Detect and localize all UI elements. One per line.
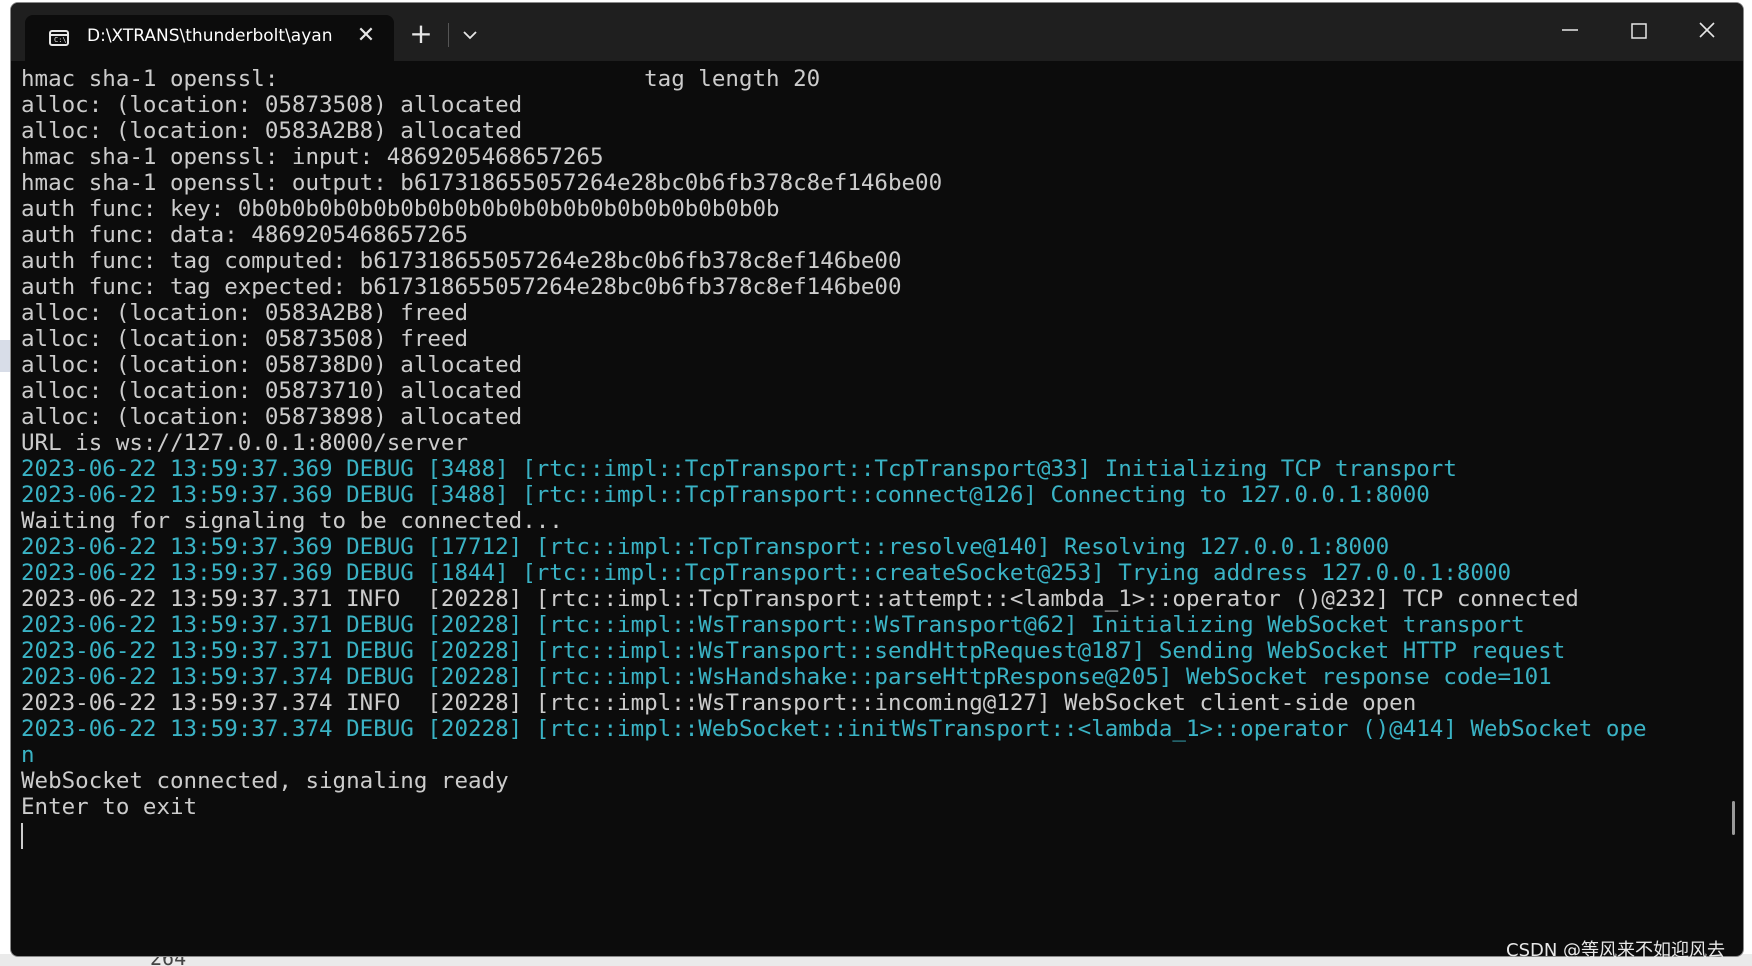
console-line: auth func: data: 4869205468657265 xyxy=(21,222,469,248)
console-line: n xyxy=(21,742,35,768)
console-line: WebSocket connected, signaling ready xyxy=(21,768,509,794)
console-line: auth func: key: 0b0b0b0b0b0b0b0b0b0b0b0b… xyxy=(21,196,780,222)
console-line: Waiting for signaling to be connected... xyxy=(21,508,563,534)
console-line: alloc: (location: 0583A2B8) freed xyxy=(21,300,469,326)
close-window-button[interactable] xyxy=(1684,13,1730,49)
minimize-button[interactable] xyxy=(1547,13,1593,49)
console-line: 2023-06-22 13:59:37.369 DEBUG [17712] [r… xyxy=(21,534,1390,560)
console-line: URL is ws://127.0.0.1:8000/server xyxy=(21,430,469,456)
watermark: CSDN @等风来不如迎风去 xyxy=(1506,940,1726,961)
terminal-icon-glyph: C:\ xyxy=(54,36,67,44)
close-icon xyxy=(1699,22,1715,38)
title-bar[interactable]: C:\ D:\XTRANS\thunderbolt\ayan ✕ + xyxy=(11,3,1743,61)
console-line: 2023-06-22 13:59:37.369 DEBUG [1844] [rt… xyxy=(21,560,1512,586)
console-line: 2023-06-22 13:59:37.369 DEBUG [3488] [rt… xyxy=(21,482,1430,508)
maximize-icon xyxy=(1631,23,1647,39)
console-line: 2023-06-22 13:59:37.374 DEBUG [20228] [r… xyxy=(21,716,1647,742)
tab-divider xyxy=(448,23,449,47)
terminal-icon: C:\ xyxy=(49,30,69,46)
console-line: hmac sha-1 openssl: output: b61731865505… xyxy=(21,170,943,196)
console-line: hmac sha-1 openssl: input: 4869205468657… xyxy=(21,144,604,170)
console-line: alloc: (location: 05873508) allocated xyxy=(21,92,523,118)
console-line: auth func: tag expected: b61731865505726… xyxy=(21,274,902,300)
console-line: Enter to exit xyxy=(21,794,198,820)
tab-dropdown-button[interactable] xyxy=(456,21,484,49)
console-line: 2023-06-22 13:59:37.371 DEBUG [20228] [r… xyxy=(21,612,1525,638)
console-line: auth func: tag computed: b61731865505726… xyxy=(21,248,902,274)
new-tab-button[interactable]: + xyxy=(404,19,438,49)
console-line: 2023-06-22 13:59:37.371 DEBUG [20228] [r… xyxy=(21,638,1566,664)
console-line: 2023-06-22 13:59:37.369 DEBUG [3488] [rt… xyxy=(21,456,1457,482)
console-line: alloc: (location: 05873508) freed xyxy=(21,326,469,352)
chevron-down-icon xyxy=(463,31,477,40)
terminal-window: C:\ D:\XTRANS\thunderbolt\ayan ✕ + hmac … xyxy=(10,2,1744,957)
minimize-icon xyxy=(1562,29,1578,31)
scrollbar[interactable] xyxy=(1732,801,1735,835)
console-line: 2023-06-22 13:59:37.371 INFO [20228] [rt… xyxy=(21,586,1579,612)
console-line: alloc: (location: 0583A2B8) allocated xyxy=(21,118,523,144)
console-line: hmac sha-1 openssl: tag length 20 xyxy=(21,66,821,92)
console-line: alloc: (location: 05873710) allocated xyxy=(21,378,523,404)
close-tab-button[interactable]: ✕ xyxy=(353,23,379,49)
console-line: 2023-06-22 13:59:37.374 INFO [20228] [rt… xyxy=(21,690,1417,716)
tab-title: D:\XTRANS\thunderbolt\ayan xyxy=(87,26,333,46)
console-line: alloc: (location: 058738D0) allocated xyxy=(21,352,523,378)
console-line: alloc: (location: 05873898) allocated xyxy=(21,404,523,430)
terminal-tab[interactable]: C:\ D:\XTRANS\thunderbolt\ayan ✕ xyxy=(25,15,394,61)
maximize-button[interactable] xyxy=(1616,13,1662,49)
console-line: 2023-06-22 13:59:37.374 DEBUG [20228] [r… xyxy=(21,664,1552,690)
text-cursor xyxy=(21,823,23,849)
background-editor-marker xyxy=(0,340,10,372)
console-output[interactable]: hmac sha-1 openssl: tag length 20 alloc: … xyxy=(21,66,1721,820)
